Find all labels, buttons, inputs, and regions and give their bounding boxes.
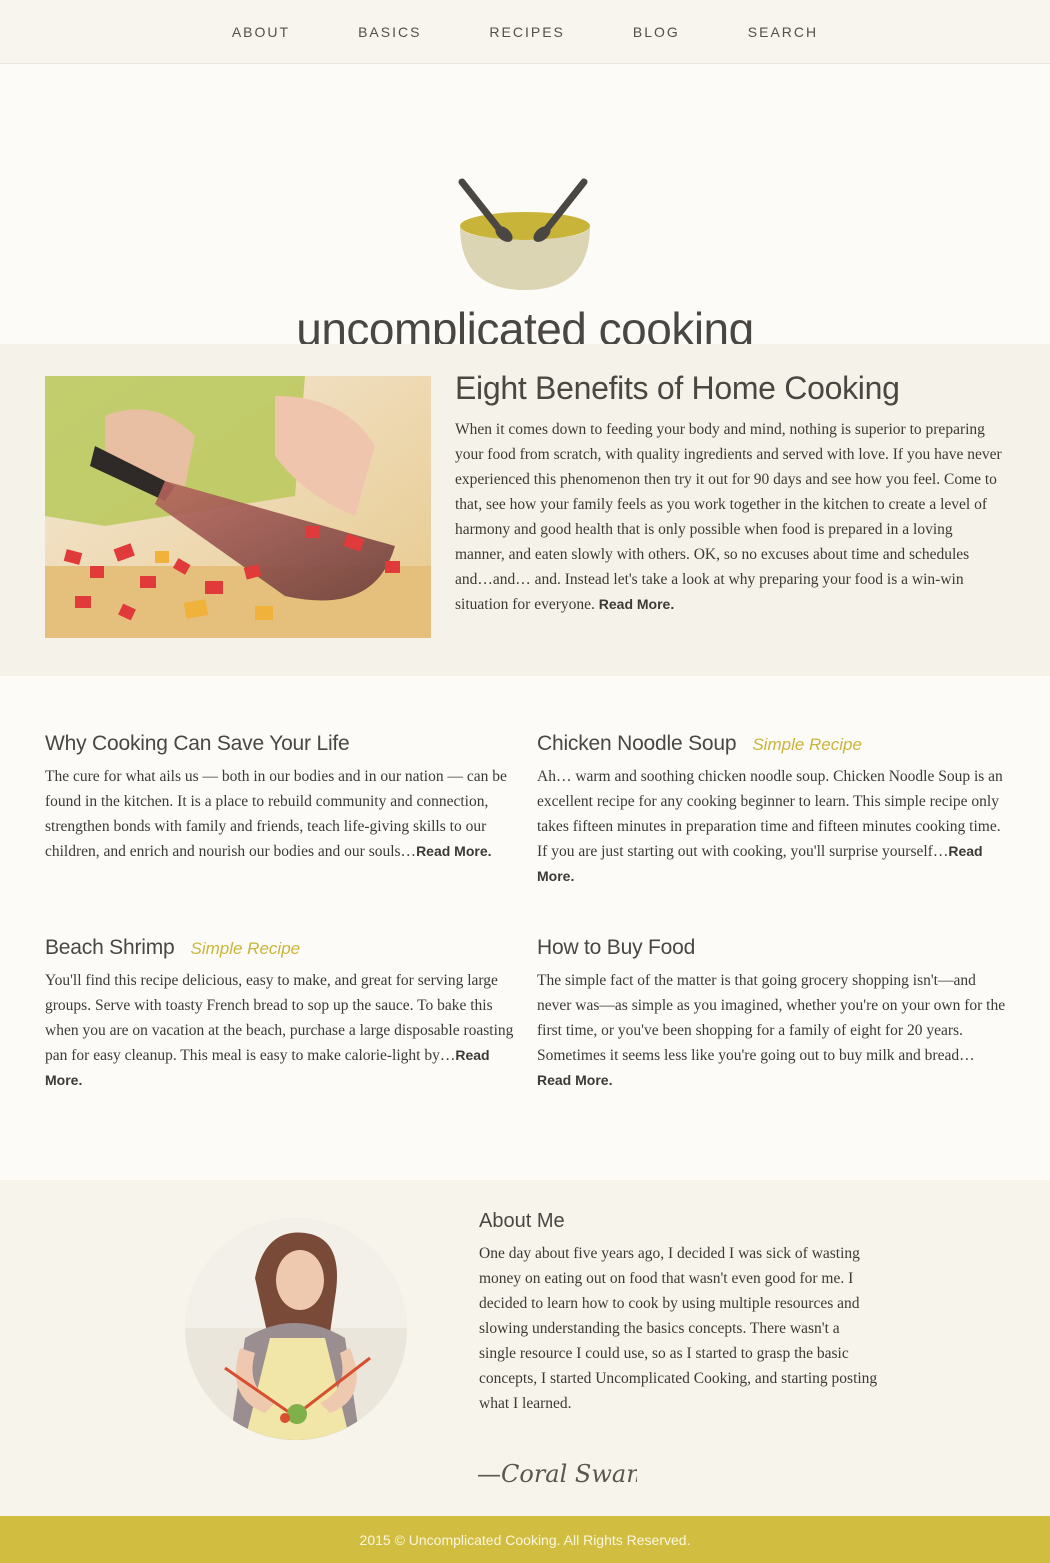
post-body: The simple fact of the matter is that go… bbox=[537, 972, 1006, 1064]
post-excerpt: Ah… warm and soothing chicken noodle sou… bbox=[537, 764, 1007, 889]
top-nav: ABOUT BASICS RECIPES BLOG SEARCH bbox=[0, 0, 1050, 64]
post-read-more-link[interactable]: Read More. bbox=[416, 843, 491, 859]
post-card: Beach Shrimp Simple Recipe You'll find th… bbox=[45, 936, 515, 1093]
post-title[interactable]: Why Cooking Can Save Your Life bbox=[45, 732, 350, 755]
post-card: Chicken Noodle Soup Simple Recipe Ah… war… bbox=[537, 732, 1007, 889]
post-excerpt: The simple fact of the matter is that go… bbox=[537, 968, 1007, 1093]
post-title[interactable]: Beach Shrimp bbox=[45, 936, 175, 959]
posts-grid: Why Cooking Can Save Your Life The cure … bbox=[0, 676, 1050, 1180]
post-excerpt: The cure for what ails us — both in our … bbox=[45, 764, 515, 864]
featured-excerpt: When it comes down to feeding your body … bbox=[455, 417, 1005, 617]
signature: —Coral Swan bbox=[477, 1460, 637, 1488]
post-read-more-link[interactable]: Read More. bbox=[537, 1072, 612, 1088]
nav-blog[interactable]: BLOG bbox=[633, 24, 680, 40]
featured-body: When it comes down to feeding your body … bbox=[455, 421, 1002, 613]
site-footer: 2015 © Uncomplicated Cooking. All Rights… bbox=[0, 1516, 1050, 1563]
simple-recipe-tag[interactable]: Simple Recipe bbox=[752, 735, 862, 754]
featured-text: Eight Benefits of Home Cooking When it c… bbox=[455, 370, 1005, 617]
post-title-row: Beach Shrimp Simple Recipe bbox=[45, 936, 515, 960]
nav-search[interactable]: SEARCH bbox=[748, 24, 818, 40]
about-section: About Me One day about five years ago, I… bbox=[0, 1180, 1050, 1516]
chopping-peppers-image bbox=[45, 376, 431, 638]
nav-basics[interactable]: BASICS bbox=[358, 24, 421, 40]
about-text: About Me One day about five years ago, I… bbox=[479, 1210, 879, 1416]
post-excerpt: You'll find this recipe delicious, easy … bbox=[45, 968, 515, 1093]
site-header: uncomplicated cooking bbox=[0, 64, 1050, 355]
post-title[interactable]: Chicken Noodle Soup bbox=[537, 732, 737, 755]
nav-recipes[interactable]: RECIPES bbox=[489, 24, 564, 40]
post-title-row: Chicken Noodle Soup Simple Recipe bbox=[537, 732, 1007, 756]
author-avatar bbox=[185, 1218, 407, 1440]
featured-title[interactable]: Eight Benefits of Home Cooking bbox=[455, 370, 1005, 407]
post-body: Ah… warm and soothing chicken noodle sou… bbox=[537, 768, 1003, 860]
post-card: Why Cooking Can Save Your Life The cure … bbox=[45, 732, 515, 864]
post-title[interactable]: How to Buy Food bbox=[537, 936, 695, 959]
simple-recipe-tag[interactable]: Simple Recipe bbox=[191, 939, 301, 958]
salad-bowl-icon[interactable] bbox=[452, 172, 598, 294]
post-title-row: How to Buy Food bbox=[537, 936, 1007, 960]
post-title-row: Why Cooking Can Save Your Life bbox=[45, 732, 515, 756]
featured-photo[interactable] bbox=[45, 376, 431, 638]
post-body: You'll find this recipe delicious, easy … bbox=[45, 972, 514, 1064]
copyright-text: 2015 © Uncomplicated Cooking. All Rights… bbox=[359, 1532, 691, 1548]
about-title: About Me bbox=[479, 1210, 565, 1232]
post-card: How to Buy Food The simple fact of the m… bbox=[537, 936, 1007, 1093]
featured-post: Eight Benefits of Home Cooking When it c… bbox=[0, 344, 1050, 676]
author-photo-image bbox=[185, 1218, 407, 1440]
about-body: One day about five years ago, I decided … bbox=[479, 1245, 878, 1412]
featured-read-more-link[interactable]: Read More. bbox=[599, 596, 674, 612]
nav-about[interactable]: ABOUT bbox=[232, 24, 290, 40]
signature-text: —Coral Swan bbox=[477, 1460, 637, 1488]
